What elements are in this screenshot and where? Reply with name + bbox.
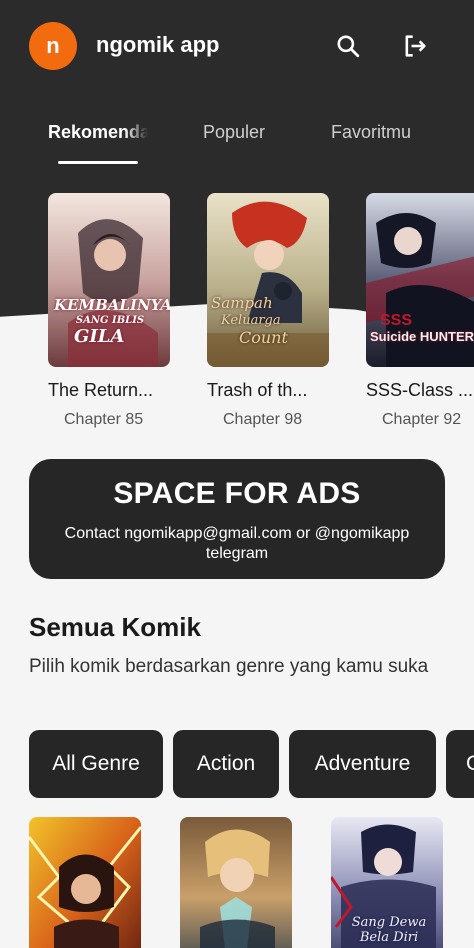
comic-chapter: Chapter 92 (382, 411, 462, 428)
logout-icon[interactable] (399, 30, 431, 62)
cover-title-line: Suicide HUNTER (370, 329, 474, 344)
recommendation-list: KEMBALINYA SANG IBLIS GILA The Return...… (0, 193, 474, 433)
tab-bar: Rekomendasi Populer Favoritmu (0, 112, 474, 172)
app-bar: n ngomik app (0, 0, 474, 96)
cover-title-line: KEMBALINYA (54, 296, 170, 314)
genre-chip-adventure[interactable]: Adventure (289, 730, 436, 798)
comic-grid: Sang Dewa Bela Diri (0, 817, 474, 948)
comic-title[interactable]: SSS-Class ... (366, 380, 474, 401)
cover-title-line: SSS (380, 312, 413, 329)
comic-cover[interactable]: Sampah Keluarga Count (207, 193, 329, 367)
cover-title-line: Sang Dewa Bela Diri (351, 915, 427, 945)
section-subtitle: Pilih komik berdasarkan genre yang kamu … (29, 656, 429, 677)
comic-cover[interactable]: SSS Suicide HUNTER (366, 193, 474, 367)
section-title: Semua Komik (29, 612, 201, 642)
ads-description: Contact ngomikapp@gmail.com or @ngomikap… (64, 525, 410, 562)
comic-cover[interactable] (29, 817, 141, 948)
ads-banner[interactable]: SPACE FOR ADS Contact ngomikapp@gmail.co… (29, 459, 445, 579)
comic-title[interactable]: Trash of th... (207, 380, 331, 401)
tab-favoritmu[interactable]: Favoritmu (331, 122, 411, 143)
genre-chip-next[interactable]: C (446, 730, 474, 798)
cover-title-line: GILA (74, 326, 125, 347)
genre-chip-action[interactable]: Action (173, 730, 279, 798)
avatar[interactable]: n (29, 22, 77, 70)
comic-cover[interactable]: Sang Dewa Bela Diri (331, 817, 443, 948)
cover-title-line: Sampah (211, 294, 273, 312)
cover-title-line: Count (239, 328, 288, 347)
comic-cover[interactable]: KEMBALINYA SANG IBLIS GILA (48, 193, 170, 367)
comic-chapter: Chapter 98 (223, 411, 303, 428)
tab-indicator (58, 161, 138, 164)
tab-populer[interactable]: Populer (203, 122, 265, 143)
search-icon[interactable] (332, 30, 364, 62)
genre-chip-list: All Genre Action Adventure C (0, 730, 474, 798)
comic-title[interactable]: The Return... (48, 380, 172, 401)
comic-chapter: Chapter 85 (64, 411, 144, 428)
cover-title-line: Keluarga (221, 313, 281, 328)
app-title: ngomik app (96, 32, 220, 57)
comic-cover[interactable] (180, 817, 292, 948)
ads-title: SPACE FOR ADS (113, 477, 361, 510)
tab-rekomendasi[interactable]: Rekomendasi (48, 122, 148, 143)
genre-chip-all[interactable]: All Genre (29, 730, 163, 798)
